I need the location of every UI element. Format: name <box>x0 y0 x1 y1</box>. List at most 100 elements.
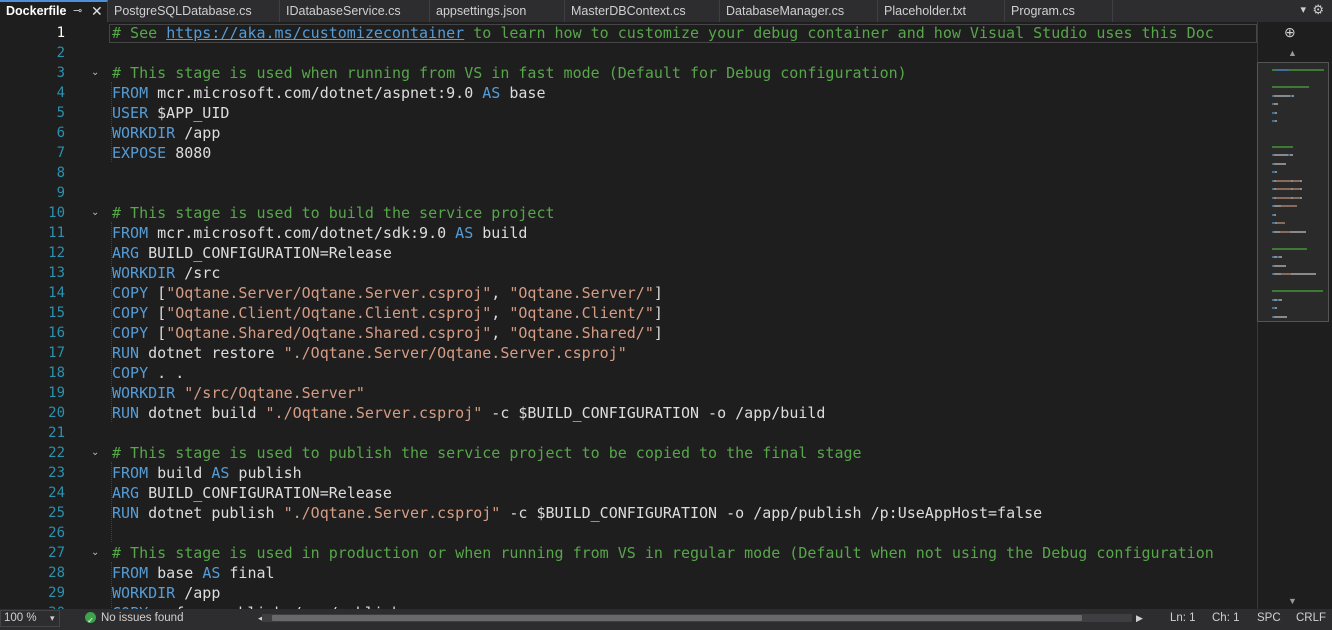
close-icon[interactable]: ✕ <box>91 2 103 20</box>
fold-chevron-icon[interactable]: ⌄ <box>91 203 99 223</box>
code-line[interactable]: 4 FROM mcr.microsoft.com/dotnet/aspnet:9.… <box>0 83 1257 103</box>
fold-chevron-icon[interactable]: ⌄ <box>91 543 99 563</box>
scroll-right-icon[interactable]: ▶ <box>1136 609 1143 627</box>
tab-label: Program.cs <box>1011 4 1075 18</box>
code-token: "Oqtane.Shared/Oqtane.Shared.csproj" <box>166 324 492 342</box>
tab-databasemanager[interactable]: DatabaseManager.cs <box>720 0 878 22</box>
fold-chevron-icon[interactable]: ⌄ <box>91 63 99 83</box>
line-number: 21 <box>48 425 65 441</box>
code-line[interactable]: 11 FROM mcr.microsoft.com/dotnet/sdk:9.0 … <box>0 223 1257 243</box>
code-token: # This stage is used when running from V… <box>112 64 907 82</box>
issues-status[interactable]: No issues found <box>101 609 183 627</box>
code-line[interactable]: 3 ⌄ # This stage is used when running from… <box>0 63 1257 83</box>
tab-label: MasterDBContext.cs <box>571 4 686 18</box>
code-text: COPY ["Oqtane.Server/Oqtane.Server.cspro… <box>112 283 663 303</box>
code-line[interactable]: 2 <box>0 43 1257 63</box>
minimap-line <box>1293 188 1300 190</box>
code-token: # See <box>112 24 167 42</box>
scroll-up-icon[interactable]: ▲ <box>1288 48 1297 58</box>
code-line[interactable]: 5 USER $APP_UID <box>0 103 1257 123</box>
code-token: , <box>491 284 510 302</box>
tab-appsettings[interactable]: appsettings.json <box>430 0 565 22</box>
code-token: "./Oqtane.Server/Oqtane.Server.csproj" <box>283 344 627 362</box>
tab-program[interactable]: Program.cs <box>1005 0 1113 22</box>
code-line[interactable]: 12 ARG BUILD_CONFIGURATION=Release <box>0 243 1257 263</box>
code-text: # This stage is used to build the servic… <box>112 203 555 223</box>
split-editor-icon[interactable]: ⊕ <box>1284 24 1296 41</box>
code-line[interactable]: 8 <box>0 163 1257 183</box>
code-token: FROM <box>112 464 149 482</box>
code-minimap[interactable] <box>1257 62 1329 322</box>
code-line[interactable]: 24 ARG BUILD_CONFIGURATION=Release <box>0 483 1257 503</box>
char-indicator[interactable]: Ch: 1 <box>1212 609 1240 627</box>
code-token: FROM <box>112 564 149 582</box>
code-line[interactable]: 17 RUN dotnet restore "./Oqtane.Server/Oq… <box>0 343 1257 363</box>
code-token: ARG <box>112 244 140 262</box>
code-text: WORKDIR "/src/Oqtane.Server" <box>112 383 365 403</box>
tab-list-dropdown-icon[interactable]: ▾ <box>1300 0 1306 22</box>
tab-placeholder[interactable]: Placeholder.txt <box>878 0 1005 22</box>
code-link[interactable]: https://aka.ms/customizecontainer <box>166 24 464 42</box>
zoom-level[interactable]: 100 % <box>4 609 37 627</box>
code-token: # This stage is used to build the servic… <box>112 204 555 222</box>
code-text: COPY ["Oqtane.Client/Oqtane.Client.cspro… <box>112 303 663 323</box>
code-line[interactable]: 26 <box>0 523 1257 543</box>
code-text: # This stage is used to publish the serv… <box>112 443 862 463</box>
horizontal-scrollbar[interactable] <box>262 614 1132 622</box>
minimap-line <box>1272 145 1293 148</box>
tab-masterdbcontext[interactable]: MasterDBContext.cs <box>565 0 720 22</box>
line-number: 15 <box>48 305 65 321</box>
code-token: ARG <box>112 484 140 502</box>
code-line[interactable]: 10 ⌄ # This stage is used to build the ser… <box>0 203 1257 223</box>
line-number: 9 <box>56 185 65 201</box>
code-line[interactable]: 27 ⌄ # This stage is used in production or… <box>0 543 1257 563</box>
tab-dockerfile[interactable]: Dockerfile ⊸ ✕ <box>0 0 108 22</box>
tab-label: Dockerfile <box>6 4 67 18</box>
chevron-down-icon[interactable]: ▾ <box>50 609 55 627</box>
code-token: USER <box>112 104 149 122</box>
minimap-line <box>1274 154 1288 156</box>
code-line[interactable]: 7 EXPOSE 8080 <box>0 143 1257 163</box>
tab-bar: Dockerfile ⊸ ✕ PostgreSQLDatabase.cs IDa… <box>0 0 1332 22</box>
code-line[interactable]: 20 RUN dotnet build "./Oqtane.Server.cspr… <box>0 403 1257 423</box>
code-text: FROM mcr.microsoft.com/dotnet/sdk:9.0 AS… <box>112 223 527 243</box>
line-number: 12 <box>48 245 65 261</box>
code-line[interactable]: 13 WORKDIR /src <box>0 263 1257 283</box>
line-ending-indicator[interactable]: CRLF <box>1296 609 1326 627</box>
scroll-down-icon[interactable]: ▼ <box>1288 596 1297 606</box>
tab-idatabaseservice[interactable]: IDatabaseService.cs <box>280 0 430 22</box>
code-line[interactable]: 21 <box>0 423 1257 443</box>
code-token: WORKDIR <box>112 384 176 402</box>
fold-chevron-icon[interactable]: ⌄ <box>91 443 99 463</box>
line-indicator[interactable]: Ln: 1 <box>1170 609 1196 627</box>
code-line[interactable]: 25 RUN dotnet publish "./Oqtane.Server.cs… <box>0 503 1257 523</box>
code-line[interactable]: 15 COPY ["Oqtane.Client/Oqtane.Client.csp… <box>0 303 1257 323</box>
code-line[interactable]: 6 WORKDIR /app <box>0 123 1257 143</box>
code-line[interactable]: 28 FROM base AS final <box>0 563 1257 583</box>
whitespace-indicator[interactable]: SPC <box>1257 609 1281 627</box>
line-number: 14 <box>48 285 65 301</box>
pin-icon[interactable]: ⊸ <box>73 2 82 20</box>
code-line[interactable]: 29 WORKDIR /app <box>0 583 1257 603</box>
code-token: # This stage is used to publish the serv… <box>112 444 862 462</box>
code-token: WORKDIR <box>112 584 176 602</box>
code-line[interactable]: 14 COPY ["Oqtane.Server/Oqtane.Server.csp… <box>0 283 1257 303</box>
horizontal-scroll-thumb[interactable] <box>272 615 1082 621</box>
code-token: COPY <box>112 324 149 342</box>
code-token: RUN <box>112 504 140 522</box>
code-line[interactable]: 19 WORKDIR "/src/Oqtane.Server" <box>0 383 1257 403</box>
tab-postgresqldatabase[interactable]: PostgreSQLDatabase.cs <box>108 0 280 22</box>
code-line[interactable]: 22 ⌄ # This stage is used to publish the s… <box>0 443 1257 463</box>
code-line[interactable]: 23 FROM build AS publish <box>0 463 1257 483</box>
gear-icon[interactable]: ⚙ <box>1312 0 1324 22</box>
minimap-line <box>1274 162 1286 165</box>
code-line[interactable]: 1 # See https://aka.ms/customizecontainer… <box>0 23 1257 43</box>
code-line[interactable]: 18 COPY . . <box>0 363 1257 383</box>
code-token: [ <box>148 284 167 302</box>
minimap-line <box>1274 213 1276 216</box>
minimap-line <box>1291 273 1316 275</box>
code-line[interactable]: 9 <box>0 183 1257 203</box>
code-editor[interactable]: 1 # See https://aka.ms/customizecontainer… <box>0 22 1257 609</box>
minimap-line <box>1275 111 1277 114</box>
code-line[interactable]: 16 COPY ["Oqtane.Shared/Oqtane.Shared.csp… <box>0 323 1257 343</box>
